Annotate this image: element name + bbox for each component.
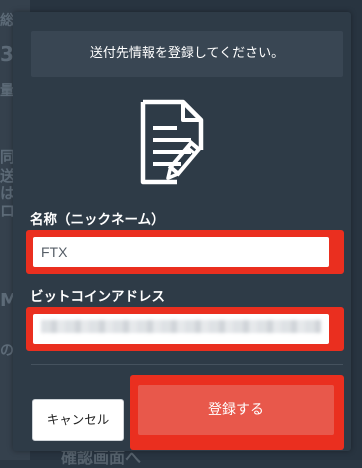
background-text: 量 <box>0 83 14 99</box>
register-address-modal: 送付先情報を登録してください。 名称（ニックネーム） ビットコインアドレス キャ… <box>13 12 351 451</box>
modal-header: 送付先情報を登録してください。 <box>31 31 343 77</box>
bitcoin-address-field-highlight <box>26 307 344 351</box>
nickname-input[interactable] <box>33 237 329 267</box>
blurred-address-value <box>41 320 321 333</box>
background-text: の <box>0 343 14 359</box>
nickname-label: 名称（ニックネーム） <box>30 212 165 228</box>
cancel-button[interactable]: キャンセル <box>32 399 124 441</box>
register-button[interactable]: 登録する <box>138 385 334 435</box>
document-edit-icon <box>140 99 204 185</box>
divider <box>31 364 343 365</box>
nickname-field-highlight <box>26 230 344 274</box>
background-text: 総 <box>0 13 14 29</box>
submit-button-highlight: 登録する <box>130 375 344 450</box>
bitcoin-address-label: ビットコインアドレス <box>30 289 165 305</box>
